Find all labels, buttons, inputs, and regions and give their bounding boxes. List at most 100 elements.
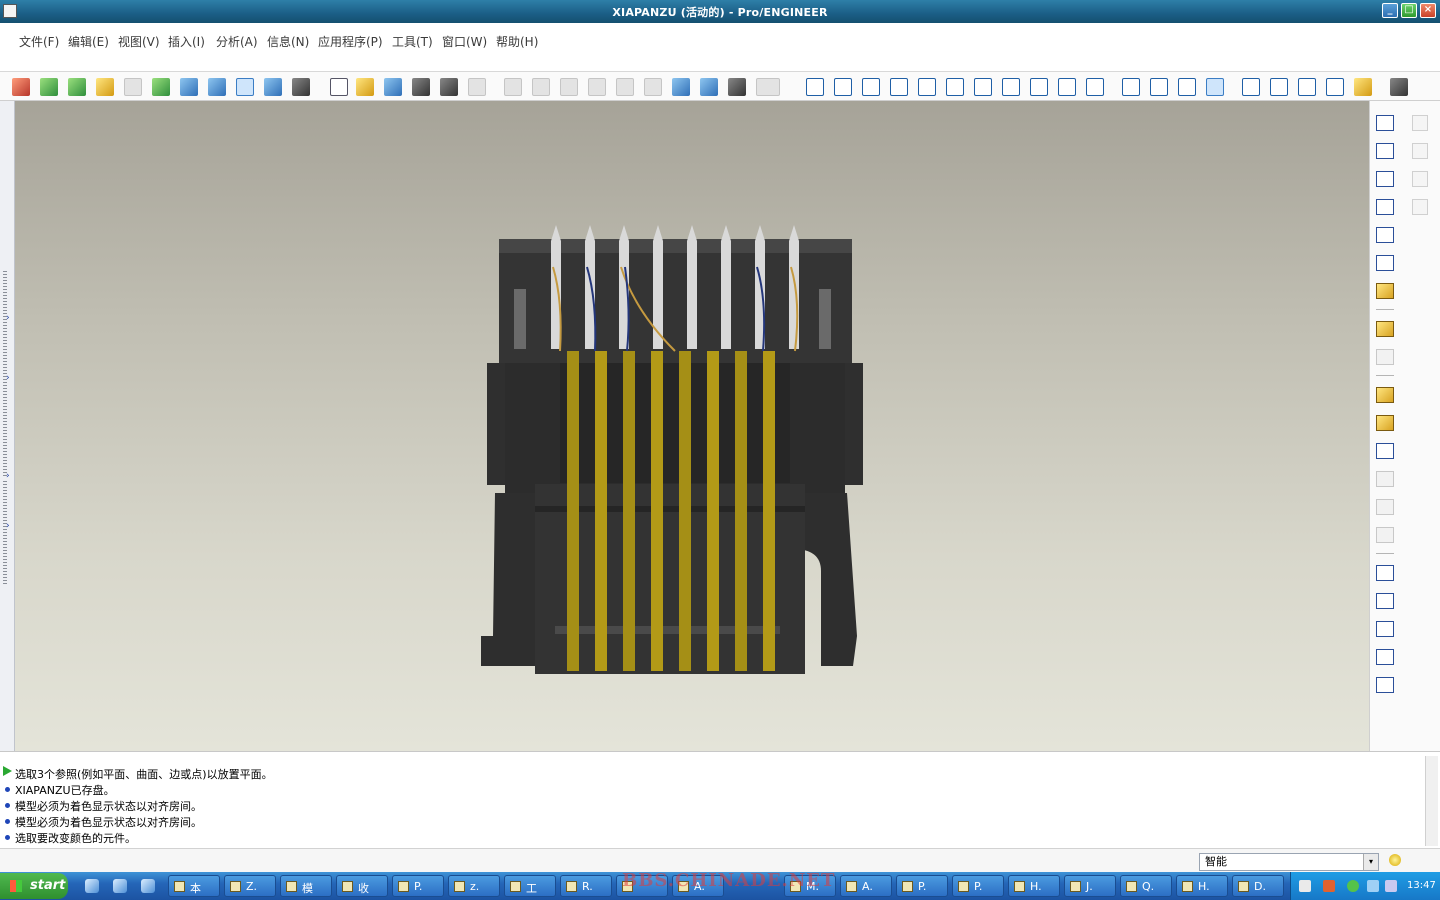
- taskbar-button[interactable]: H.: [1176, 875, 1228, 897]
- boundary-icon[interactable]: [1376, 677, 1394, 693]
- email-icon[interactable]: [440, 78, 458, 96]
- quicklaunch-desktop-icon[interactable]: [113, 879, 127, 893]
- sash-grip-lower[interactable]: [3, 481, 7, 586]
- sweep-icon[interactable]: [1376, 621, 1394, 637]
- send-link-icon[interactable]: [468, 78, 486, 96]
- selection-filter-icon[interactable]: [756, 78, 780, 96]
- menu-view[interactable]: 视图(V): [118, 33, 160, 50]
- create-component-icon[interactable]: [1376, 349, 1394, 365]
- merge-icon[interactable]: [1412, 143, 1428, 159]
- message-scrollbar[interactable]: [1425, 756, 1438, 846]
- shade-icon[interactable]: [236, 78, 254, 96]
- redo-icon[interactable]: [532, 78, 550, 96]
- coordinate-system-icon[interactable]: [1376, 255, 1394, 271]
- wireframe-icon[interactable]: [1122, 78, 1140, 96]
- expand-arrow-icon[interactable]: ›: [6, 373, 10, 383]
- expand-arrow-icon[interactable]: ›: [6, 471, 10, 481]
- menu-applications[interactable]: 应用程序(P): [318, 33, 383, 50]
- quicklaunch-media-icon[interactable]: [141, 879, 155, 893]
- selection-filter-select[interactable]: 智能 ▾: [1199, 853, 1379, 871]
- paste-special-icon[interactable]: [644, 78, 662, 96]
- analysis-feature-icon[interactable]: [1376, 283, 1394, 299]
- zoom-out-icon[interactable]: [946, 78, 964, 96]
- shading-mode-icon[interactable]: [1206, 78, 1224, 96]
- annotation-display-icon[interactable]: [1354, 78, 1372, 96]
- taskbar-button[interactable]: D.: [1232, 875, 1284, 897]
- taskbar-button[interactable]: z.: [448, 875, 500, 897]
- quicklaunch-ie-icon[interactable]: [85, 879, 99, 893]
- insert-component-icon[interactable]: [1376, 321, 1394, 337]
- datum-plane-icon[interactable]: [1376, 143, 1394, 159]
- network-icon[interactable]: [1367, 880, 1379, 892]
- navigator-sash[interactable]: › › › ›: [0, 101, 15, 751]
- photolux-icon[interactable]: [264, 78, 282, 96]
- taskbar-button[interactable]: Q.: [1120, 875, 1172, 897]
- datum-axis-icon[interactable]: [1376, 171, 1394, 187]
- extrude-icon[interactable]: [1376, 565, 1394, 581]
- volume-icon[interactable]: [1385, 880, 1397, 892]
- menu-edit[interactable]: 编辑(E): [68, 33, 109, 50]
- print-icon[interactable]: [412, 78, 430, 96]
- coordinate-systems-icon[interactable]: [1326, 78, 1344, 96]
- datum-curve-icon[interactable]: [1376, 199, 1394, 215]
- repaint-icon[interactable]: [806, 78, 824, 96]
- taskbar-button[interactable]: 本: [168, 875, 220, 897]
- chamfer-icon[interactable]: [1376, 527, 1394, 543]
- scene-editor-icon[interactable]: [40, 78, 58, 96]
- shell-icon[interactable]: [1376, 415, 1394, 431]
- appearance-gallery-icon[interactable]: [12, 78, 30, 96]
- pattern-icon[interactable]: [1412, 199, 1428, 215]
- taskbar-button[interactable]: R.: [560, 875, 612, 897]
- layers-icon[interactable]: [1058, 78, 1076, 96]
- menu-info[interactable]: 信息(N): [267, 33, 309, 50]
- menu-file[interactable]: 文件(F): [19, 33, 59, 50]
- revolve-icon[interactable]: [1376, 593, 1394, 609]
- render-window-icon[interactable]: [180, 78, 198, 96]
- find-icon[interactable]: [728, 78, 746, 96]
- copy-icon[interactable]: [588, 78, 606, 96]
- datum-point-icon[interactable]: [1376, 227, 1394, 243]
- reorient-icon[interactable]: [1002, 78, 1020, 96]
- render-region-icon[interactable]: [208, 78, 226, 96]
- taskbar-button[interactable]: 模: [280, 875, 332, 897]
- spin-center-icon[interactable]: [834, 78, 852, 96]
- view-manager-icon[interactable]: [1086, 78, 1104, 96]
- open-file-icon[interactable]: [356, 78, 374, 96]
- taskbar-button[interactable]: P.: [952, 875, 1004, 897]
- rib-icon[interactable]: [1376, 443, 1394, 459]
- datum-axes-icon[interactable]: [1270, 78, 1288, 96]
- hidden-line-icon[interactable]: [1150, 78, 1168, 96]
- zoom-in-icon[interactable]: [918, 78, 936, 96]
- language-icon[interactable]: [1323, 880, 1335, 892]
- trim-icon[interactable]: [1412, 171, 1428, 187]
- blend-icon[interactable]: [1376, 649, 1394, 665]
- start-button[interactable]: start: [0, 873, 68, 899]
- save-icon[interactable]: [384, 78, 402, 96]
- expand-arrow-icon[interactable]: ›: [6, 521, 10, 531]
- no-hidden-icon[interactable]: [1178, 78, 1196, 96]
- taskbar-button[interactable]: A.: [840, 875, 892, 897]
- chevron-down-icon[interactable]: ▾: [1363, 854, 1378, 870]
- saved-views-icon[interactable]: [1030, 78, 1048, 96]
- orient-mode-icon[interactable]: [862, 78, 880, 96]
- hole-icon[interactable]: [1376, 387, 1394, 403]
- mirror-icon[interactable]: [1412, 115, 1428, 131]
- render-setup-icon[interactable]: [152, 78, 170, 96]
- paste-icon[interactable]: [616, 78, 634, 96]
- regenerate-icon[interactable]: [672, 78, 690, 96]
- light-editor-icon[interactable]: [96, 78, 114, 96]
- context-help-icon[interactable]: [1390, 78, 1408, 96]
- menu-tools[interactable]: 工具(T): [392, 33, 433, 50]
- taskbar-button[interactable]: 收: [336, 875, 388, 897]
- menu-help[interactable]: 帮助(H): [496, 33, 538, 50]
- maximize-button[interactable]: □: [1401, 3, 1417, 18]
- refit-icon[interactable]: [974, 78, 992, 96]
- taskbar-button[interactable]: P.: [392, 875, 444, 897]
- minimize-button[interactable]: _: [1382, 3, 1398, 18]
- pan-icon[interactable]: [890, 78, 908, 96]
- cut-icon[interactable]: [560, 78, 578, 96]
- lightbulb-icon[interactable]: [1389, 854, 1401, 866]
- undo-icon[interactable]: [504, 78, 522, 96]
- round-icon[interactable]: [1376, 499, 1394, 515]
- taskbar-button[interactable]: 工: [504, 875, 556, 897]
